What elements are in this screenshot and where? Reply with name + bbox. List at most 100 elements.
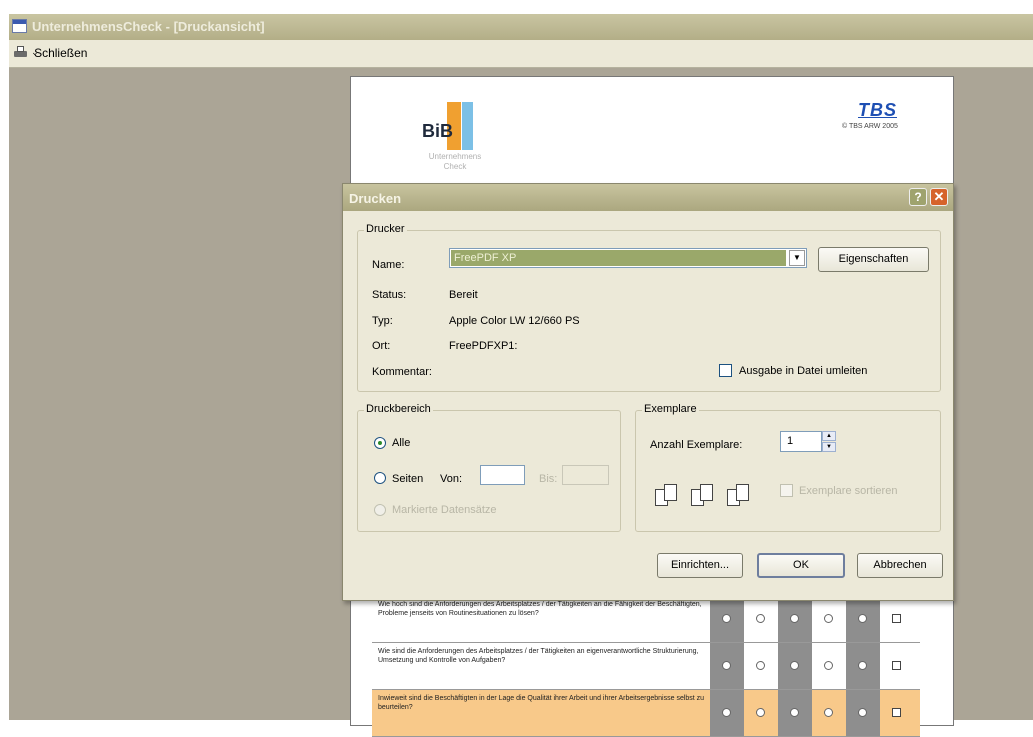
- chevron-down-icon[interactable]: ▼: [822, 442, 836, 452]
- status-value: Bereit: [449, 289, 478, 301]
- copies-group-label: Exemplare: [642, 403, 699, 415]
- answer-cell: [710, 690, 744, 736]
- answer-checkbox[interactable]: [892, 661, 901, 670]
- to-label: Bis:: [539, 473, 558, 485]
- table-row: Wie hoch sind die Anforderungen des Arbe…: [372, 596, 920, 643]
- answer-cell: [812, 690, 846, 736]
- collated-copy-icon: [655, 481, 689, 507]
- range-selected-label: Markierte Datensätze: [392, 504, 497, 516]
- chevron-down-icon[interactable]: ▼: [789, 250, 805, 266]
- close-dialog-button[interactable]: ✕: [930, 188, 948, 206]
- range-pages-radio[interactable]: [374, 472, 386, 484]
- answer-radio[interactable]: [722, 614, 731, 623]
- answer-radio[interactable]: [790, 614, 799, 623]
- answer-cell: [880, 690, 914, 736]
- answer-cell: [778, 643, 812, 689]
- setup-button[interactable]: Einrichten...: [657, 553, 743, 578]
- answer-radio[interactable]: [790, 708, 799, 717]
- help-button[interactable]: ?: [909, 188, 927, 206]
- answer-cell: [880, 643, 914, 689]
- answer-radio[interactable]: [756, 614, 765, 623]
- type-label: Typ:: [372, 315, 393, 327]
- answer-radio[interactable]: [824, 614, 833, 623]
- printer-name-select[interactable]: FreePDF XP ▼: [449, 248, 807, 268]
- answer-cell: [710, 643, 744, 689]
- collate-label: Exemplare sortieren: [799, 485, 898, 497]
- answer-radio[interactable]: [824, 661, 833, 670]
- bib-logo: BiB Unternehmens Check: [418, 102, 500, 178]
- location-label: Ort:: [372, 340, 391, 352]
- answer-radio[interactable]: [722, 661, 731, 670]
- print-to-file-label[interactable]: Ausgabe in Datei umleiten: [739, 365, 867, 377]
- collated-copy-icon: [691, 481, 725, 507]
- logo-subtitle: Unternehmens Check: [410, 152, 500, 172]
- status-label: Status:: [372, 289, 407, 301]
- tbs-logo: TBS © TBS ARW 2005: [842, 100, 918, 130]
- question-text: Wie hoch sind die Anforderungen des Arbe…: [378, 601, 702, 617]
- range-selected-radio: [374, 504, 386, 516]
- answer-cell: [744, 690, 778, 736]
- to-page-input: [562, 465, 609, 485]
- answer-radio[interactable]: [824, 708, 833, 717]
- answer-radio[interactable]: [722, 708, 731, 717]
- answer-cell: [710, 596, 744, 642]
- answer-cell: [812, 596, 846, 642]
- copies-value[interactable]: 1: [780, 431, 822, 452]
- name-label: Name:: [372, 259, 404, 271]
- copies-stepper[interactable]: 1 ▲ ▼: [780, 431, 836, 452]
- logo-subtitle-line1: Unternehmens: [428, 152, 482, 161]
- ok-button[interactable]: OK: [757, 553, 845, 578]
- answer-checkbox[interactable]: [892, 708, 901, 717]
- properties-button[interactable]: Eigenschaften: [818, 247, 929, 272]
- answer-radio[interactable]: [858, 708, 867, 717]
- window-title: UnternehmensCheck - [Druckansicht]: [32, 19, 265, 34]
- copies-count-label: Anzahl Exemplare:: [650, 439, 743, 451]
- answer-cell: [778, 690, 812, 736]
- from-page-input[interactable]: [480, 465, 525, 485]
- tbs-mark: TBS: [858, 100, 897, 120]
- logo-blue-block: [462, 102, 473, 150]
- table-row: Inwieweit sind die Beschäftigten in der …: [372, 690, 920, 737]
- answer-checkbox[interactable]: [892, 614, 901, 623]
- location-value: FreePDFXP1:: [449, 340, 518, 352]
- answer-radio[interactable]: [790, 661, 799, 670]
- type-value: Apple Color LW 12/660 PS: [449, 315, 580, 327]
- chevron-up-icon[interactable]: ▲: [822, 431, 836, 441]
- collated-copy-icon: [727, 481, 761, 507]
- cancel-button[interactable]: Abbrechen: [857, 553, 943, 578]
- printer-icon: [13, 46, 28, 58]
- range-all-radio[interactable]: [374, 437, 386, 449]
- printer-group-label: Drucker: [364, 223, 407, 235]
- range-all-label[interactable]: Alle: [392, 437, 410, 449]
- answer-radio[interactable]: [858, 661, 867, 670]
- answer-cell: [812, 643, 846, 689]
- logo-subtitle-line2: Check: [443, 162, 467, 171]
- from-label: Von:: [440, 473, 463, 485]
- answer-cell: [846, 596, 880, 642]
- print-range-label: Druckbereich: [364, 403, 433, 415]
- print-dialog: Drucken ? ✕ Drucker Name: FreePDF XP ▼ E…: [342, 183, 954, 601]
- question-text: Inwieweit sind die Beschäftigten in der …: [378, 695, 705, 711]
- comment-label: Kommentar:: [372, 366, 432, 378]
- printer-name-value: FreePDF XP: [451, 250, 786, 266]
- dialog-title-bar[interactable]: Drucken ? ✕: [343, 184, 953, 211]
- window-title-bar: UnternehmensCheck - [Druckansicht]: [9, 14, 1033, 40]
- answer-radio[interactable]: [756, 708, 765, 717]
- close-preview-button[interactable]: Schließen ⌄: [13, 46, 87, 60]
- answer-radio[interactable]: [756, 661, 765, 670]
- collate-checkbox: [780, 484, 793, 497]
- answer-cell: [846, 690, 880, 736]
- dialog-title: Drucken: [349, 191, 402, 206]
- logo-text: BiB: [422, 121, 453, 141]
- close-preview-label: Schließen: [34, 46, 88, 60]
- toolbar: Schließen ⌄: [9, 40, 1033, 68]
- answer-cell: [778, 596, 812, 642]
- answer-cell: [744, 596, 778, 642]
- answer-cell: [744, 643, 778, 689]
- answer-cell: [846, 643, 880, 689]
- tbs-copyright: © TBS ARW 2005: [842, 123, 898, 130]
- print-to-file-checkbox[interactable]: [719, 364, 732, 377]
- answer-radio[interactable]: [858, 614, 867, 623]
- range-pages-label[interactable]: Seiten: [392, 473, 423, 485]
- copies-group: Exemplare: [635, 403, 941, 532]
